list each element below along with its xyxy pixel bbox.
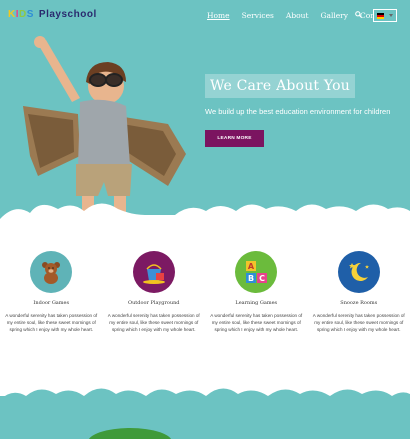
svg-text:A: A: [248, 262, 255, 271]
feature-text: A wonderful serenity has taken possessio…: [5, 313, 98, 333]
feature-title: Outdoor Playground: [127, 300, 180, 306]
chevron-down-icon: [389, 14, 393, 17]
feature-title: Snooze Rooms: [340, 300, 378, 306]
hero-subtitle: We build up the best education environme…: [205, 107, 391, 116]
hero-title-box: We Care About You: [205, 74, 355, 98]
feature-title: Learning Games: [235, 300, 278, 306]
nav-gallery[interactable]: Gallery: [320, 11, 348, 20]
feature-icon-circle: [337, 251, 380, 293]
feature-text: A wonderful serenity has taken possessio…: [107, 313, 200, 333]
nav-about[interactable]: About: [286, 11, 309, 20]
feature-outdoor-playground: Outdoor Playground A wonderful serenity …: [103, 240, 206, 333]
bottom-cloud-section: [0, 388, 410, 439]
feature-icon-circle: A B C: [235, 251, 278, 293]
moon-stars-icon: [348, 262, 369, 281]
nav-home[interactable]: Home: [207, 11, 230, 20]
logo-letter: S: [26, 9, 34, 20]
abc-blocks-icon: A B C: [246, 261, 268, 283]
feature-indoor-games: Indoor Games A wonderful serenity has ta…: [0, 240, 103, 333]
logo-letter: D: [19, 9, 27, 20]
learn-more-button[interactable]: LEARN MORE: [205, 130, 264, 147]
logo[interactable]: K I D S Playschool: [8, 9, 97, 20]
teddy-bear-icon: [42, 262, 61, 284]
logo-letter: K: [8, 9, 16, 20]
feature-icon-circle: [30, 251, 73, 293]
search-icon[interactable]: [355, 11, 363, 20]
feature-snooze-rooms: Snooze Rooms A wonderful serenity has ta…: [308, 240, 410, 333]
hero-boy-illustration: [23, 36, 186, 221]
sand-bucket-icon: [142, 264, 165, 284]
german-flag-icon: [377, 12, 384, 19]
feature-text: A wonderful serenity has taken possessio…: [210, 313, 303, 333]
features-row: Indoor Games A wonderful serenity has ta…: [0, 240, 410, 333]
feature-text: A wonderful serenity has taken possessio…: [312, 313, 405, 333]
nav-services[interactable]: Services: [242, 11, 274, 20]
cloud-divider: [0, 203, 410, 235]
main-nav: Home Services About Gallery Contact: [207, 11, 390, 20]
feature-icon-circle: [132, 251, 175, 293]
hero-title: We Care About You: [210, 78, 350, 94]
svg-text:C: C: [259, 274, 265, 283]
language-selector[interactable]: [373, 9, 397, 22]
logo-text: Playschool: [38, 9, 97, 20]
feature-learning-games: A B C Learning Games A wonderful serenit…: [205, 240, 308, 333]
feature-title: Indoor Games: [33, 300, 70, 306]
svg-text:B: B: [248, 274, 254, 283]
